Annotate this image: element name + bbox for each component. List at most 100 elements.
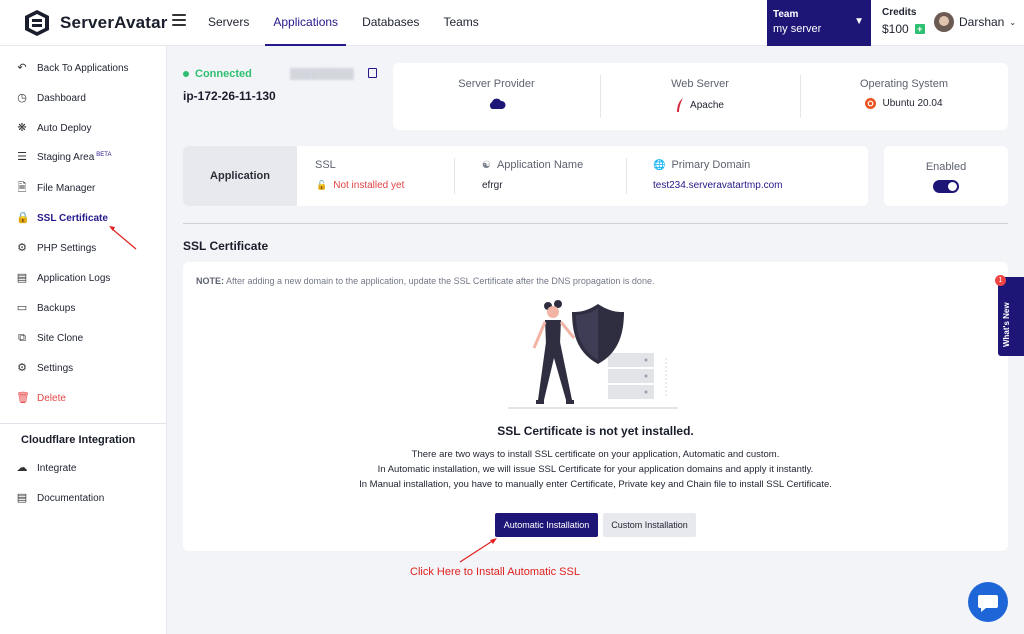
note-text: After adding a new domain to the applica… — [226, 276, 655, 286]
desc-line: In Manual installation, you have to manu… — [359, 479, 832, 490]
primary-domain-label: 🌐 Primary Domain — [653, 159, 751, 171]
sidebar-item-label: Integrate — [37, 462, 77, 474]
apache-feather-icon — [677, 98, 684, 112]
credits-value: $100 — [882, 22, 909, 36]
ssl-description: There are two ways to install SSL certif… — [183, 447, 1008, 492]
ssl-status: 🔓 Not installed yet — [316, 180, 405, 191]
menu-toggle-icon[interactable] — [172, 14, 186, 26]
sidebar-item-backups[interactable]: ▭ Backups — [16, 302, 76, 314]
sidebar: ↶ Back To Applications ◷ Dashboard ❋ Aut… — [0, 46, 167, 634]
enabled-card: Enabled — [884, 146, 1008, 206]
application-card: Application SSL 🔓 Not installed yet ☯ Ap… — [183, 146, 868, 206]
sidebar-item-dashboard[interactable]: ◷ Dashboard — [16, 92, 86, 104]
serveravatar-logo-icon — [25, 10, 49, 36]
enabled-toggle[interactable] — [933, 180, 959, 193]
team-selector[interactable]: Team my server ▼ — [767, 0, 871, 46]
sidebar-item-delete[interactable]: 🗑 Delete — [16, 392, 66, 404]
note-prefix: NOTE: — [196, 276, 224, 286]
staging-icon: ☰ — [17, 151, 27, 163]
application-tab: Application — [183, 146, 297, 206]
add-credits-icon[interactable]: + — [914, 24, 925, 34]
lock-icon: 🔓 — [316, 180, 328, 190]
cloud-icon: ☁ — [16, 462, 28, 474]
document-icon: ▤ — [16, 492, 28, 504]
sidebar-item-documentation[interactable]: ▤ Documentation — [16, 492, 104, 504]
sidebar-item-auto-deploy[interactable]: ❋ Auto Deploy — [16, 122, 91, 134]
sidebar-item-staging[interactable]: ☰ Staging Area BETA — [16, 151, 112, 163]
server-hostname: ip-172-26-11-130 — [183, 89, 276, 103]
chat-icon — [978, 595, 998, 612]
redacted-ip: █████████ — [290, 69, 354, 80]
sidebar-item-label: Dashboard — [37, 92, 86, 104]
nav-applications[interactable]: Applications — [265, 0, 347, 46]
sitemap-icon: ☯ — [482, 159, 491, 171]
sidebar-item-label: Application Logs — [37, 272, 111, 284]
provider-label: Server Provider — [458, 78, 535, 90]
operating-system: Operating System Ubuntu 20.04 — [800, 63, 1008, 130]
chevron-down-icon: ▼ — [854, 16, 864, 27]
arrow-left-circle-icon: ↶ — [17, 62, 27, 74]
sidebar-item-ssl[interactable]: 🔒 SSL Certificate — [16, 212, 108, 224]
team-value: my server — [773, 23, 822, 35]
main-nav: Servers Applications Databases Teams — [200, 0, 495, 46]
cloudflare-heading: Cloudflare Integration — [21, 434, 136, 446]
globe-icon: 🌐 — [653, 159, 666, 171]
divider — [626, 158, 627, 194]
dashboard-icon: ◷ — [17, 92, 27, 104]
ssl-illustration — [508, 300, 678, 409]
webserver-value: Apache — [690, 99, 724, 111]
trash-icon: 🗑 — [16, 392, 30, 404]
section-title: SSL Certificate — [183, 239, 269, 253]
brand-logo[interactable]: ServerAvatar — [22, 8, 168, 38]
divider — [454, 158, 455, 194]
sidebar-item-file-manager[interactable]: 🗎 File Manager — [16, 182, 96, 194]
sidebar-item-label: Delete — [37, 392, 66, 404]
chat-button[interactable] — [968, 582, 1008, 622]
sidebar-item-logs[interactable]: ▤ Application Logs — [16, 272, 111, 284]
primary-domain-link[interactable]: test234.serveravatartmp.com — [653, 180, 783, 191]
desc-line: There are two ways to install SSL certif… — [411, 449, 780, 460]
user-name: Darshan — [959, 15, 1005, 29]
sidebar-item-settings[interactable]: ⚙ Settings — [16, 362, 73, 374]
app-name-value: efrgr — [482, 180, 503, 191]
server-provider: Server Provider — [393, 63, 600, 130]
cloud-provider-icon — [489, 98, 506, 109]
sidebar-item-label: PHP Settings — [37, 242, 97, 254]
connection-status: Connected — [183, 68, 252, 80]
whats-new-tab[interactable]: What's New — [998, 277, 1024, 356]
sidebar-item-label: Auto Deploy — [37, 122, 92, 134]
clone-icon: ⧉ — [18, 332, 26, 344]
beta-badge: BETA — [96, 151, 112, 158]
os-value: Ubuntu 20.04 — [882, 98, 943, 109]
sidebar-item-php[interactable]: ⚙ PHP Settings — [16, 242, 96, 254]
sidebar-item-label: SSL Certificate — [37, 212, 108, 224]
sidebar-item-label: Settings — [37, 362, 74, 374]
nav-servers[interactable]: Servers — [200, 0, 257, 46]
notification-badge: 1 — [995, 275, 1006, 286]
ssl-card: NOTE: After adding a new domain to the a… — [183, 262, 1008, 551]
sidebar-item-label: File Manager — [37, 182, 96, 194]
sidebar-item-back[interactable]: ↶ Back To Applications — [16, 62, 129, 74]
sidebar-item-clone[interactable]: ⧉ Site Clone — [16, 332, 83, 344]
top-navbar: ServerAvatar Servers Applications Databa… — [0, 0, 1024, 46]
ssl-note: NOTE: After adding a new domain to the a… — [196, 276, 654, 286]
server-info-card: Server Provider Web Server Apache Operat… — [393, 63, 1008, 130]
annotation-text: Click Here to Install Automatic SSL — [410, 566, 580, 578]
nav-teams[interactable]: Teams — [435, 0, 486, 46]
sidebar-item-label: Staging Area BETA — [37, 151, 112, 163]
custom-installation-button[interactable]: Custom Installation — [603, 513, 696, 537]
nav-databases[interactable]: Databases — [354, 0, 427, 46]
user-menu[interactable]: Darshan ⌄ — [934, 12, 1016, 32]
auto-deploy-icon: ❋ — [17, 122, 27, 134]
logs-icon: ▤ — [16, 272, 28, 284]
automatic-installation-button[interactable]: Automatic Installation — [495, 513, 598, 537]
brand-name: ServerAvatar — [60, 13, 168, 32]
credits-label: Credits — [882, 7, 917, 18]
lock-icon: 🔒 — [16, 212, 30, 224]
sidebar-item-label: Back To Applications — [37, 62, 129, 74]
ssl-label: SSL — [315, 159, 336, 171]
sidebar-item-integrate[interactable]: ☁ Integrate — [16, 462, 77, 474]
avatar — [934, 12, 954, 32]
copy-icon[interactable] — [368, 68, 377, 78]
app-name-label: ☯ Application Name — [482, 159, 584, 171]
